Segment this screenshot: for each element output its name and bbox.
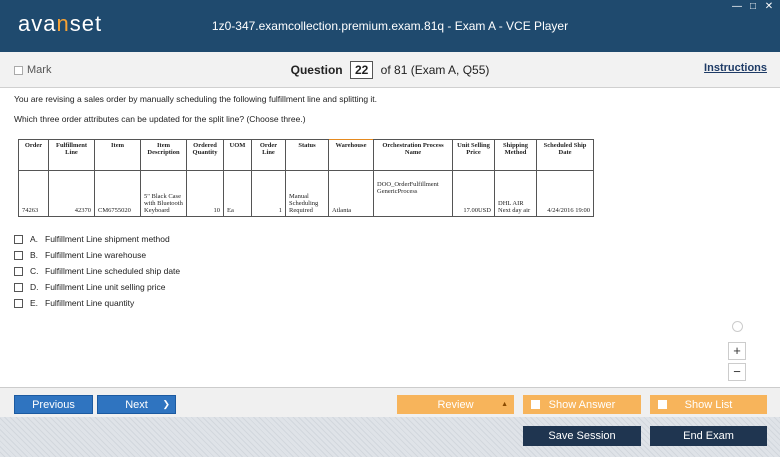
close-icon[interactable]: ✕ [764,2,774,12]
question-content: You are revising a sales order by manual… [0,88,780,387]
option-text: Fulfillment Line scheduled ship date [45,266,181,276]
header-cell: Item Description [140,139,187,171]
option-checkbox[interactable] [14,250,23,260]
option-c[interactable]: C. Fulfillment Line scheduled ship date [14,263,180,279]
zoom-controls: + − [728,321,748,384]
title-bar: avanset 1z0-347.examcollection.premium.e… [0,0,780,52]
maximize-icon[interactable]: □ [748,2,758,12]
option-text: Fulfillment Line quantity [45,298,135,308]
option-text: Fulfillment Line unit selling price [45,282,166,292]
data-cell: 74263 [18,170,49,217]
option-letter: B. [30,250,39,260]
review-label: Review [437,398,474,411]
data-cell: DOO_OrderFulfillment GenericProcess [373,170,453,217]
show-answer-checkbox[interactable] [531,400,540,409]
header-cell: Item [94,139,141,171]
show-answer-label: Show Answer [548,398,616,411]
data-cell: Ea [223,170,252,217]
header-cell: Orchestration Process Name [373,139,453,171]
option-letter: D. [30,282,39,292]
next-button[interactable]: Next ❯ [97,395,176,414]
data-cell: 17.00USD [452,170,495,217]
end-exam-label: End Exam [683,430,734,442]
zoom-out-button[interactable]: − [728,363,746,381]
header-cell: Status [285,139,329,171]
exhibit-data-row: 74263 42370 CM6755020 5" Black Case with… [18,170,594,217]
option-text: Fulfillment Line shipment method [45,234,170,244]
option-letter: C. [30,266,39,276]
header-cell: Warehouse [328,139,374,171]
show-list-label: Show List [684,398,733,411]
data-cell: 42370 [48,170,95,217]
end-exam-button[interactable]: End Exam [650,426,767,446]
data-cell: 10 [186,170,224,217]
header-cell: Ordered Quantity [186,139,224,171]
exhibit-header-row: Order Fulfillment Line Item Item Descrip… [18,139,594,171]
instructions-link[interactable]: Instructions [704,62,767,74]
option-d[interactable]: D. Fulfillment Line unit selling price [14,279,180,295]
option-checkbox[interactable] [14,266,23,276]
header-cell: Shipping Method [494,139,537,171]
header-cell: Unit Selling Price [452,139,495,171]
show-list-button[interactable]: Show List [650,395,767,414]
data-cell: Manual Scheduling Required [285,170,329,217]
question-label: Question [290,63,343,77]
minimize-icon[interactable]: — [732,2,742,12]
chevron-right-icon: ❯ [162,399,170,409]
data-cell: DHL AIR Next day air [494,170,537,217]
data-cell: 1 [251,170,286,217]
header-cell: Order [18,139,49,171]
option-letter: E. [30,298,39,308]
window-title: 1z0-347.examcollection.premium.exam.81q … [211,19,569,33]
answer-options: A. Fulfillment Line shipment method B. F… [14,231,180,311]
header-cell: UOM [223,139,252,171]
question-text-line2: Which three order attributes can be upda… [14,114,306,124]
header-cell: Scheduled Ship Date [536,139,594,171]
previous-button[interactable]: Previous [14,395,93,414]
question-bar: Mark Question 22 of 81 (Exam A, Q55) Ins… [0,52,780,88]
data-cell: 4/24/2016 19:00 [536,170,594,217]
option-checkbox[interactable] [14,234,23,244]
show-list-checkbox[interactable] [658,400,667,409]
option-b[interactable]: B. Fulfillment Line warehouse [14,247,180,263]
save-session-label: Save Session [548,430,616,442]
previous-label: Previous [32,398,75,411]
save-session-button[interactable]: Save Session [523,426,641,446]
navigation-bar: Previous Next ❯ Review ▲ Show Answer Show … [0,387,780,417]
question-text-line1: You are revising a sales order by manual… [14,94,378,104]
data-cell: CM6755020 [94,170,141,217]
data-cell: 5" Black Case with Bluetooth Keyboard [140,170,187,217]
bottom-bar: Save Session End Exam [0,417,780,457]
question-number-input[interactable]: 22 [349,61,374,79]
option-checkbox[interactable] [14,282,23,292]
caret-up-icon: ▲ [501,401,508,408]
magnifier-icon [732,321,743,332]
header-cell: Order Line [251,139,286,171]
header-cell: Fulfillment Line [48,139,95,171]
next-label: Next [125,398,148,411]
window-controls: — □ ✕ [732,2,774,12]
review-button[interactable]: Review ▲ [397,395,514,414]
option-text: Fulfillment Line warehouse [45,250,147,260]
question-total: of 81 (Exam A, Q55) [380,63,490,77]
option-e[interactable]: E. Fulfillment Line quantity [14,295,180,311]
data-cell: Atlanta [328,170,374,217]
option-checkbox[interactable] [14,298,23,308]
zoom-in-button[interactable]: + [728,342,746,360]
show-answer-button[interactable]: Show Answer [523,395,641,414]
exhibit-table: Order Fulfillment Line Item Item Descrip… [18,139,594,217]
question-indicator: Question 22 of 81 (Exam A, Q55) [0,61,780,79]
option-a[interactable]: A. Fulfillment Line shipment method [14,231,180,247]
option-letter: A. [30,234,39,244]
